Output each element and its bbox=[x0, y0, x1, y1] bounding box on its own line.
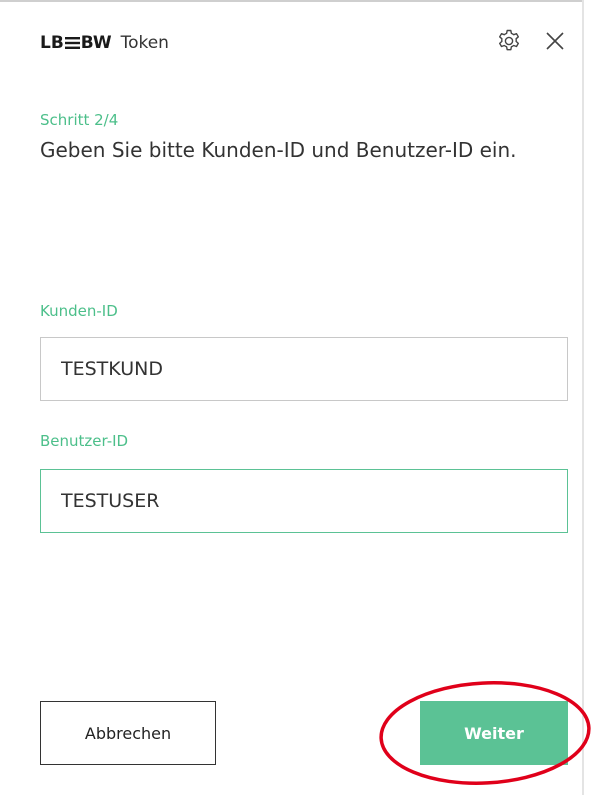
header-actions bbox=[496, 28, 568, 54]
kunden-id-label: Kunden-ID bbox=[40, 302, 118, 320]
kunden-id-input[interactable] bbox=[40, 337, 568, 401]
gear-icon bbox=[499, 29, 519, 51]
token-setup-window: LB BW Token Schritt 2/4 Geben Sie bitte … bbox=[0, 0, 594, 795]
window-right-border bbox=[582, 0, 584, 795]
step-indicator: Schritt 2/4 bbox=[40, 111, 119, 129]
window-top-border bbox=[0, 0, 582, 2]
brand-logo-bars-icon bbox=[64, 37, 80, 49]
settings-button[interactable] bbox=[496, 28, 522, 54]
app-title: Token bbox=[120, 33, 169, 53]
cancel-button[interactable]: Abbrechen bbox=[40, 701, 216, 765]
close-button[interactable] bbox=[542, 28, 568, 54]
brand-logo-bw: BW bbox=[80, 33, 112, 53]
brand-logo-lb: LB bbox=[40, 33, 64, 53]
next-button[interactable]: Weiter bbox=[420, 701, 568, 765]
brand: LB BW Token bbox=[40, 33, 169, 53]
benutzer-id-label: Benutzer-ID bbox=[40, 432, 129, 450]
close-icon bbox=[546, 32, 564, 50]
brand-logo: LB BW bbox=[40, 33, 112, 53]
step-instruction: Geben Sie bitte Kunden-ID und Benutzer-I… bbox=[40, 138, 517, 162]
benutzer-id-input[interactable] bbox=[40, 469, 568, 533]
